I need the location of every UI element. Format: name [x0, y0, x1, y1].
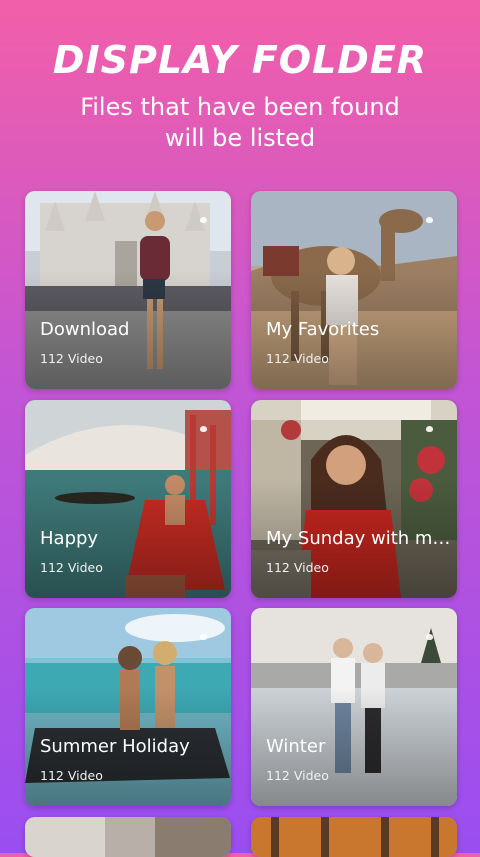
folder-card-partial[interactable] [25, 817, 231, 857]
page-title: DISPLAY FOLDER [52, 38, 428, 82]
video-marker-icon [200, 426, 207, 432]
folder-card-winter[interactable]: Winter 112 Video [251, 608, 457, 806]
folder-thumbnail [25, 817, 231, 857]
video-marker-icon [426, 634, 433, 640]
folder-card-download[interactable]: Download 112 Video [25, 191, 231, 389]
folder-name: Download [40, 319, 130, 340]
video-marker-icon [426, 426, 433, 432]
folder-count: 112 Video [266, 351, 329, 366]
folder-count: 112 Video [40, 768, 103, 783]
video-marker-icon [200, 217, 207, 223]
folder-name: Happy [40, 528, 99, 549]
page-subtitle: Files that have been found will be liste… [80, 93, 400, 152]
folder-card-partial[interactable] [251, 817, 457, 857]
folder-count: 112 Video [40, 560, 103, 575]
folder-name: Summer Holiday [40, 736, 190, 757]
folder-thumbnail [251, 817, 457, 857]
folder-card-my-favorites[interactable]: My Favorites 112 Video [251, 191, 457, 389]
folder-count: 112 Video [40, 351, 103, 366]
folder-count: 112 Video [266, 768, 329, 783]
folder-card-my-sunday[interactable]: My Sunday with my... 112 Video [251, 400, 457, 598]
folder-name: My Favorites [266, 319, 380, 340]
folder-card-summer-holiday[interactable]: Summer Holiday 112 Video [25, 608, 231, 806]
folder-name: My Sunday with my... [266, 528, 451, 549]
video-marker-icon [426, 217, 433, 223]
folder-card-happy[interactable]: Happy 112 Video [25, 400, 231, 598]
folder-name: Winter [266, 736, 326, 757]
folder-count: 112 Video [266, 560, 329, 575]
video-marker-icon [200, 634, 207, 640]
